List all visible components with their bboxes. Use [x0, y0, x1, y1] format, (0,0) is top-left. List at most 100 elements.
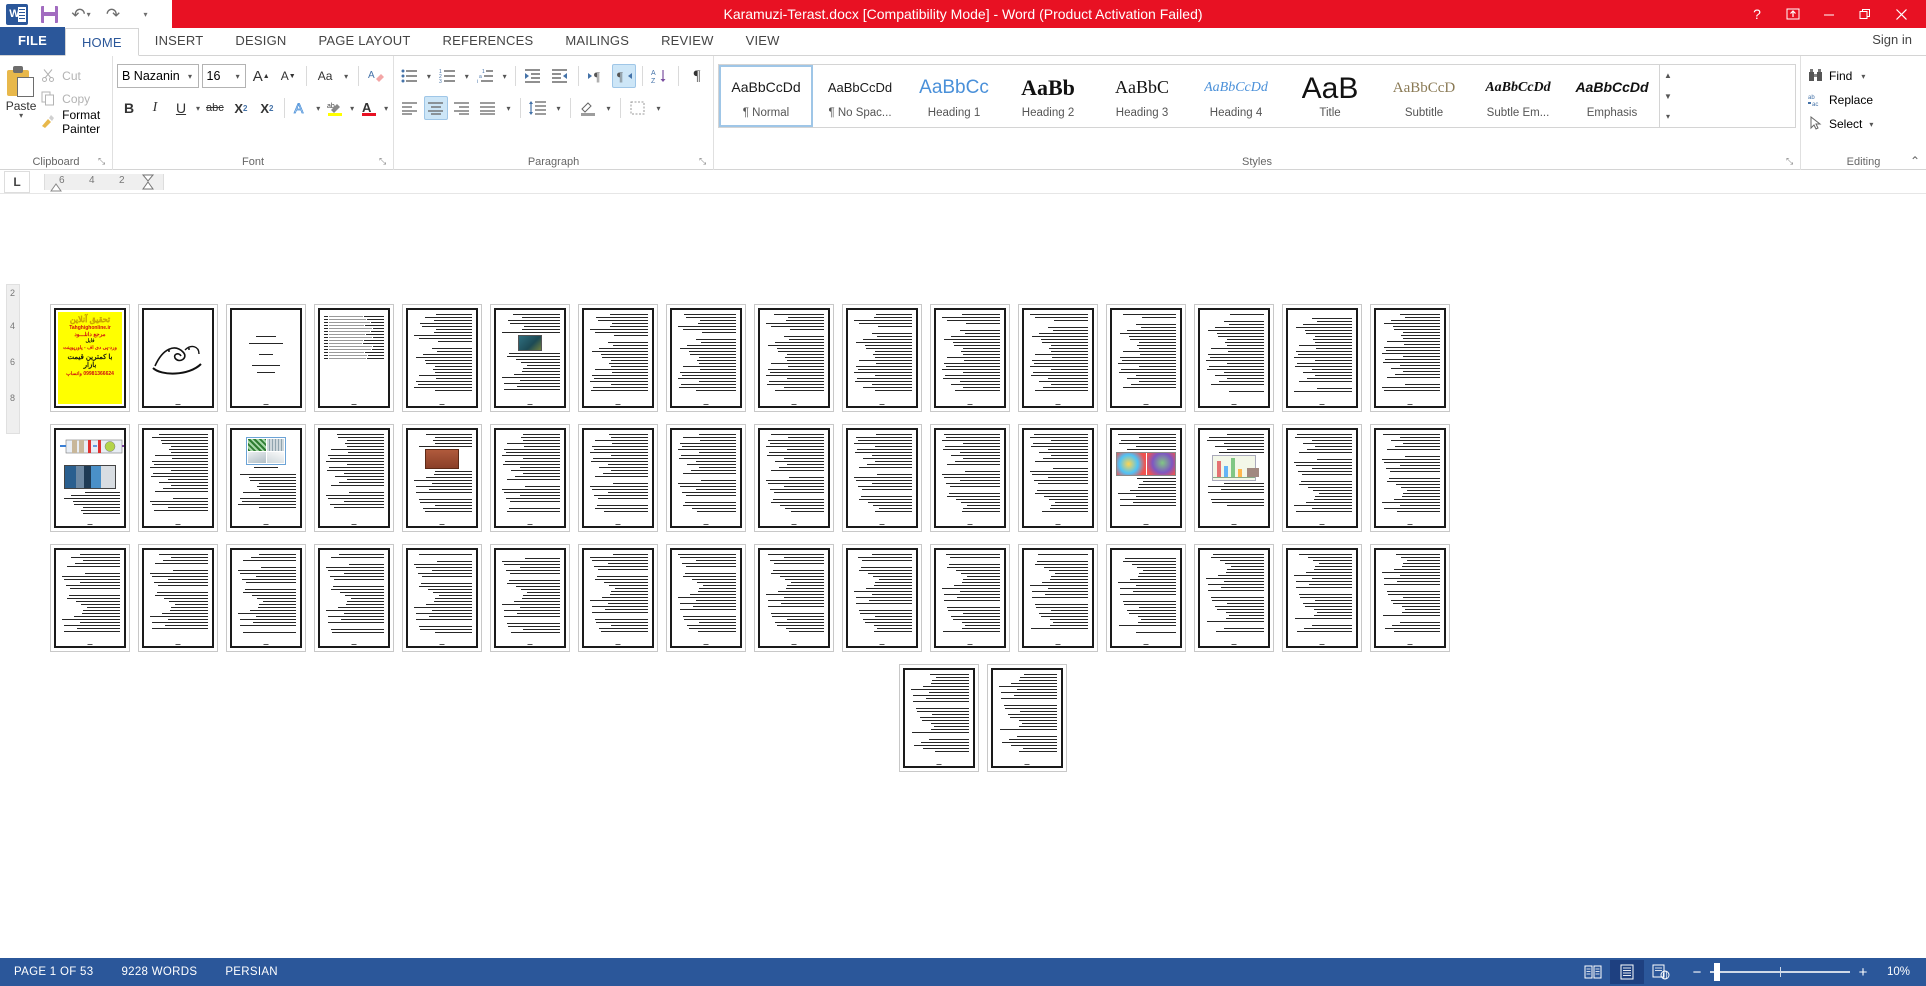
style-item-subtitle[interactable]: AaBbCcD Subtitle	[1377, 65, 1471, 127]
page-thumbnail[interactable]	[666, 544, 746, 652]
page-thumbnail[interactable]	[138, 304, 218, 412]
text-highlight-button[interactable]: ab	[323, 96, 347, 120]
page-thumbnail[interactable]	[1282, 424, 1362, 532]
zoom-out-button[interactable]: −	[1690, 964, 1704, 981]
page-thumbnail[interactable]	[490, 424, 570, 532]
format-painter-button[interactable]: Format Painter	[38, 108, 108, 136]
borders-button[interactable]	[626, 96, 650, 120]
style-item-normal[interactable]: AaBbCcDd ¶ Normal	[719, 65, 813, 127]
right-indent-marker[interactable]	[141, 174, 155, 195]
page-thumbnail[interactable]	[666, 424, 746, 532]
zoom-level-label[interactable]: 10%	[1870, 966, 1916, 978]
page-thumbnail[interactable]	[1106, 304, 1186, 412]
styles-gallery-scrollbar[interactable]: ▲ ▼ ▾	[1659, 65, 1676, 127]
copy-button[interactable]: Copy	[38, 89, 108, 109]
page-thumbnail[interactable]	[842, 544, 922, 652]
highlight-caret-icon[interactable]: ▾	[349, 96, 355, 120]
align-left-button[interactable]	[398, 96, 422, 120]
page-thumbnail[interactable]	[402, 304, 482, 412]
restore-button[interactable]	[1848, 1, 1882, 27]
italic-button[interactable]: I	[143, 96, 167, 120]
page-thumbnail[interactable]	[226, 544, 306, 652]
text-effects-caret-icon[interactable]: ▾	[315, 96, 321, 120]
page-thumbnail[interactable]	[578, 544, 658, 652]
sign-in-link[interactable]: Sign in	[1872, 32, 1912, 47]
justify-button[interactable]	[476, 96, 500, 120]
shrink-font-button[interactable]: A ▼	[276, 64, 300, 88]
page-thumbnail[interactable]	[226, 424, 306, 532]
styles-scroll-down-icon[interactable]: ▼	[1660, 86, 1676, 107]
line-spacing-button[interactable]	[526, 96, 550, 120]
page-thumbnail[interactable]	[138, 424, 218, 532]
clipboard-dialog-launcher[interactable]: ⤡	[98, 156, 109, 167]
style-item-emphasis[interactable]: AaBbCcDd Emphasis	[1565, 65, 1659, 127]
page-thumbnail[interactable]	[754, 424, 834, 532]
page-thumbnail[interactable]	[314, 304, 394, 412]
text-effects-button[interactable]: A	[289, 96, 313, 120]
style-item-h4[interactable]: AaBbCcDd Heading 4	[1189, 65, 1283, 127]
page-thumbnail[interactable]	[1194, 424, 1274, 532]
tab-home[interactable]: HOME	[64, 28, 139, 56]
zoom-track[interactable]	[1710, 963, 1850, 981]
close-button[interactable]	[1884, 1, 1918, 27]
numbering-caret-icon[interactable]: ▾	[463, 64, 471, 88]
change-case-caret-icon[interactable]: ▾	[340, 64, 352, 88]
font-size-input[interactable]: 16 ▾	[201, 64, 247, 88]
page-thumbnail[interactable]	[1370, 544, 1450, 652]
horizontal-ruler[interactable]: 6 4 2	[44, 173, 164, 191]
page-thumbnail[interactable]	[899, 664, 979, 772]
line-spacing-caret-icon[interactable]: ▾	[552, 96, 565, 120]
page-thumbnail[interactable]	[930, 544, 1010, 652]
page-thumbnail[interactable]	[842, 424, 922, 532]
tab-insert[interactable]: INSERT	[139, 27, 220, 55]
page-thumbnail[interactable]	[1282, 304, 1362, 412]
page-thumbnail[interactable]	[1282, 544, 1362, 652]
bullets-caret-icon[interactable]: ▾	[425, 64, 433, 88]
tab-mailings[interactable]: MAILINGS	[549, 27, 645, 55]
page-thumbnail[interactable]	[1106, 424, 1186, 532]
replace-button[interactable]: ab ac Replace	[1805, 90, 1922, 110]
multilevel-list-caret-icon[interactable]: ▾	[501, 64, 509, 88]
change-case-button[interactable]: Aa	[313, 64, 337, 88]
style-item-nospacing[interactable]: AaBbCcDd ¶ No Spac...	[813, 65, 907, 127]
clear-formatting-button[interactable]: A	[365, 64, 389, 88]
shading-caret-icon[interactable]: ▾	[602, 96, 615, 120]
font-color-caret-icon[interactable]: ▾	[383, 96, 389, 120]
select-caret-icon[interactable]: ▾	[1869, 120, 1873, 129]
increase-indent-button[interactable]	[548, 64, 572, 88]
ltr-text-direction-button[interactable]: ¶	[585, 64, 609, 88]
page-number-status[interactable]: PAGE 1 OF 53	[0, 966, 107, 978]
styles-dialog-launcher[interactable]: ⤡	[1786, 156, 1797, 167]
page-thumbnail[interactable]	[314, 544, 394, 652]
justify-caret-icon[interactable]: ▾	[502, 96, 515, 120]
print-layout-icon[interactable]	[1610, 960, 1644, 984]
page-thumbnail[interactable]	[1106, 544, 1186, 652]
page-thumbnail[interactable]	[1194, 544, 1274, 652]
underline-button[interactable]: U	[169, 96, 193, 120]
page-thumbnail[interactable]	[578, 304, 658, 412]
page-thumbnail[interactable]	[490, 304, 570, 412]
decrease-indent-button[interactable]	[521, 64, 545, 88]
page-thumbnail[interactable]	[842, 304, 922, 412]
minimize-button[interactable]	[1812, 1, 1846, 27]
paste-dropdown-caret-icon[interactable]: ▾	[19, 111, 23, 120]
style-item-h2[interactable]: AaBb Heading 2	[1001, 65, 1095, 127]
collapse-ribbon-button[interactable]: ⌃	[1910, 154, 1920, 168]
style-item-title[interactable]: AaB Title	[1283, 65, 1377, 127]
page-thumbnail[interactable]	[930, 304, 1010, 412]
read-mode-icon[interactable]	[1576, 960, 1610, 984]
page-thumbnail[interactable]	[50, 424, 130, 532]
superscript-button[interactable]: X2	[255, 96, 279, 120]
page-thumbnail-grid[interactable]: تحقیق آنلاین Tahghighonline.ir مرجع دانلــ…	[50, 304, 1916, 772]
page-thumbnail[interactable]	[402, 544, 482, 652]
page-thumbnail[interactable]	[314, 424, 394, 532]
paste-button[interactable]: Paste ▾	[4, 60, 38, 132]
zoom-thumb[interactable]	[1714, 963, 1720, 981]
font-name-dropdown-icon[interactable]: ▾	[183, 72, 198, 81]
style-item-h1[interactable]: AaBbCc Heading 1	[907, 65, 1001, 127]
vertical-ruler[interactable]: 2 4 6 8	[6, 284, 20, 434]
tab-view[interactable]: VIEW	[730, 27, 796, 55]
sort-button[interactable]: AZ	[648, 64, 672, 88]
select-button[interactable]: Select ▾	[1805, 114, 1922, 134]
web-layout-icon[interactable]	[1644, 960, 1678, 984]
